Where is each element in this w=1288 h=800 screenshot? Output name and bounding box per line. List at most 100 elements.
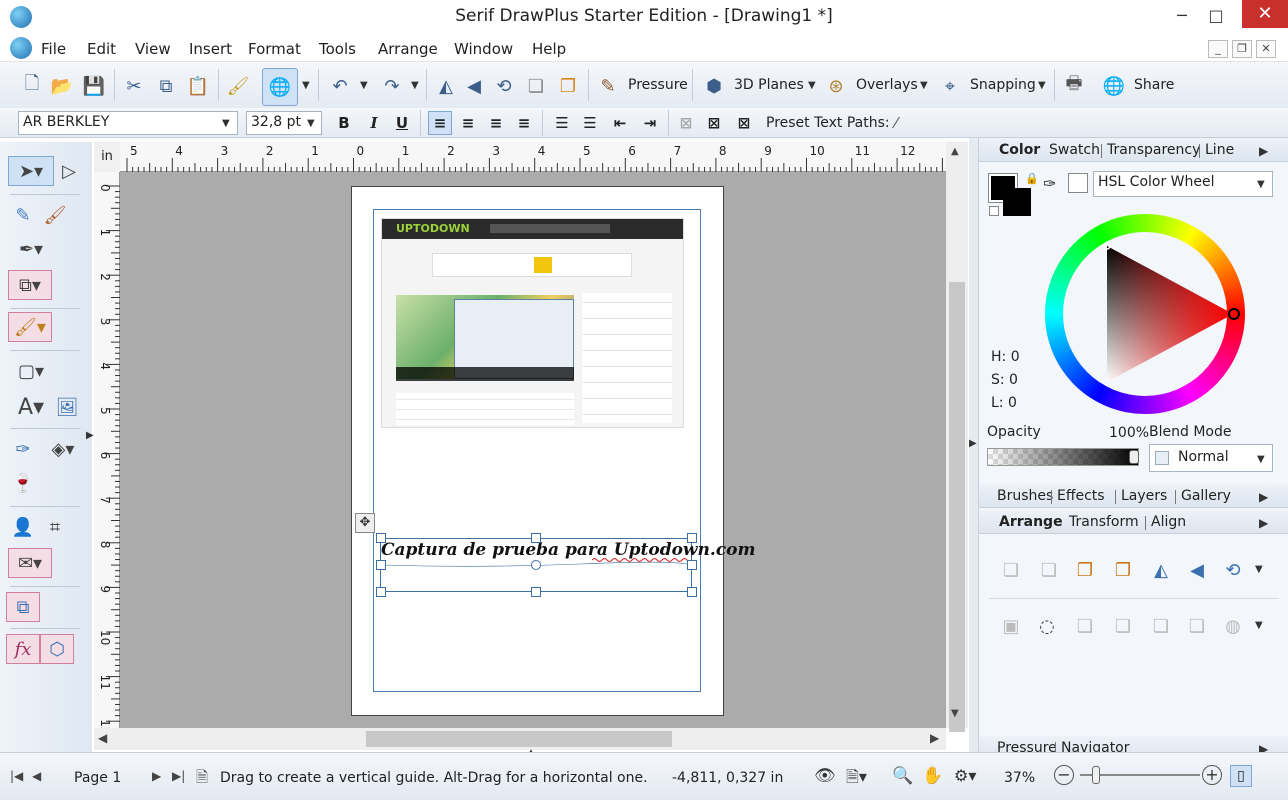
pointer-tool-icon[interactable]: ➤▾ [8, 156, 54, 186]
web-globe-icon[interactable]: 🌐 [262, 68, 298, 106]
chevron-down-icon[interactable]: ▼ [411, 80, 419, 91]
chevron-down-icon[interactable]: ▼ [307, 118, 315, 129]
tab-align[interactable]: Align [1151, 514, 1186, 530]
panel-menu-arrow-icon[interactable]: ▶ [1259, 490, 1268, 504]
chevron-down-icon[interactable]: ▼ [302, 80, 310, 91]
bold-button[interactable]: B [332, 111, 356, 135]
pressure-icon[interactable]: ✎ [594, 72, 622, 100]
scroll-right-icon[interactable]: ▶ [930, 731, 939, 745]
document-icon[interactable] [10, 37, 32, 59]
resize-handle-b[interactable] [531, 587, 541, 597]
opacity-slider[interactable] [987, 448, 1139, 466]
undo-icon[interactable]: ↶ [326, 72, 354, 100]
brush-tool-icon[interactable]: 🖌 [38, 200, 72, 230]
connector-tool-icon[interactable]: ⧉▾ [8, 270, 52, 300]
share-globe-icon[interactable]: 🌐 [1100, 72, 1128, 100]
flip-vertical-icon[interactable]: ◀ [460, 72, 488, 100]
first-page-icon[interactable]: |◀ [10, 769, 23, 783]
align-left-icon[interactable]: ≡ [428, 111, 452, 135]
tab-swatch[interactable]: Swatch [1049, 142, 1100, 158]
maximize-button[interactable]: □ [1202, 4, 1230, 28]
decrease-indent-icon[interactable]: ⇤ [608, 111, 632, 135]
text-path-icon[interactable]: ⁄ [884, 111, 908, 135]
mdi-restore-button[interactable]: ❐ [1232, 40, 1252, 58]
tab-arrange[interactable]: Arrange [999, 514, 1063, 530]
zoom-options-icon[interactable]: ⚙▾ [954, 766, 976, 785]
chevron-down-icon[interactable]: ▼ [1257, 454, 1265, 465]
bring-front-icon[interactable]: ❐ [554, 72, 582, 100]
reset-colors-icon[interactable] [989, 206, 999, 216]
right-splitter[interactable]: ▶ [969, 138, 978, 752]
flip-horizontal-icon[interactable]: ◭ [432, 72, 460, 100]
menu-format[interactable]: Format [248, 40, 301, 58]
splitter-arrow-icon[interactable]: ▶ [969, 438, 977, 449]
resize-handle-r[interactable] [687, 560, 697, 570]
underline-button[interactable]: U [390, 111, 414, 135]
menu-arrange[interactable]: Arrange [378, 40, 438, 58]
overlays-button[interactable]: Overlays [856, 77, 918, 93]
eyedropper-icon[interactable]: ✑ [1043, 174, 1056, 193]
zoom-out-icon[interactable]: − [1054, 765, 1074, 785]
menu-file[interactable]: File [41, 40, 66, 58]
add-shape-icon[interactable]: ❏ [1071, 612, 1099, 640]
picture-tool-icon[interactable]: 🖼 [50, 392, 84, 422]
forward-one-icon[interactable]: ❐ [1071, 556, 1099, 584]
menu-tools[interactable]: Tools [319, 40, 356, 58]
tab-transform[interactable]: Transform [1069, 514, 1139, 530]
menu-help[interactable]: Help [532, 40, 566, 58]
new-document-icon[interactable]: 🗋 [18, 72, 46, 100]
color-model-select[interactable]: HSL Color Wheel [1093, 171, 1273, 197]
align-right-icon[interactable]: ≡ [484, 111, 508, 135]
horizontal-scroll-thumb[interactable] [366, 731, 672, 747]
tab-gallery[interactable]: Gallery [1181, 488, 1231, 504]
shrink-text-icon[interactable]: ⊠ [732, 111, 756, 135]
chevron-down-icon[interactable]: ▼ [1038, 80, 1046, 91]
color-triangle[interactable] [1045, 214, 1245, 414]
zoom-slider-thumb[interactable] [1092, 766, 1100, 784]
paste-icon[interactable]: 📋 [184, 72, 212, 100]
mdi-close-button[interactable]: ✕ [1256, 40, 1276, 58]
bullets-icon[interactable]: ☰ [550, 111, 574, 135]
resize-handle-br[interactable] [687, 587, 697, 597]
caption-text[interactable]: Captura de prueba para Uptodown.com [381, 540, 756, 560]
minimize-button[interactable]: ─ [1168, 4, 1196, 28]
page-setup-icon[interactable]: 🗎▾ [846, 766, 867, 793]
tab-transparency[interactable]: Transparency [1107, 142, 1200, 158]
print-icon[interactable]: 🖶 [1060, 72, 1088, 100]
horizontal-ruler[interactable]: 54321012345678910111213 [120, 142, 961, 172]
send-to-back-icon[interactable]: ❏ [997, 556, 1025, 584]
format-painter-icon[interactable]: 🖌 [224, 72, 252, 100]
horizontal-scrollbar[interactable]: ◀ ▶ [94, 728, 946, 750]
flip-vertical-panel-icon[interactable]: ◀ [1183, 556, 1211, 584]
open-folder-icon[interactable]: 📂 [48, 72, 76, 100]
envelope-tool-icon[interactable]: ✉▾ [8, 548, 52, 578]
share-button[interactable]: Share [1134, 77, 1174, 93]
resize-handle-t[interactable] [531, 533, 541, 543]
tab-effects[interactable]: Effects [1057, 488, 1105, 504]
zoom-level[interactable]: 37% [1004, 770, 1035, 786]
rotate-icon[interactable]: ⟲ [490, 72, 518, 100]
chevron-down-icon[interactable]: ▼ [1255, 620, 1263, 631]
snapping-button[interactable]: Snapping [970, 77, 1036, 93]
panel-menu-arrow-icon[interactable]: ▶ [1259, 516, 1268, 530]
no-color-swatch[interactable] [1068, 173, 1088, 193]
fill-tool-icon[interactable]: ◈▾ [40, 434, 86, 464]
pencil-tool-icon[interactable]: ✎ [6, 200, 40, 230]
scroll-down-icon[interactable]: ▼ [951, 708, 959, 719]
page-indicator[interactable]: Page 1 [74, 770, 121, 786]
close-button[interactable]: ✕ [1242, 0, 1288, 28]
vertical-scrollbar[interactable]: ▲ ▼ [946, 142, 968, 732]
panel-menu-arrow-icon[interactable]: ▶ [1259, 144, 1268, 158]
3d-tool-icon[interactable]: ⬡ [40, 634, 74, 664]
hand-tool-icon[interactable]: ✋ [922, 766, 943, 786]
rotate-panel-icon[interactable]: ⟲ [1219, 556, 1247, 584]
contour-tool-icon[interactable]: 👤 [6, 512, 40, 542]
flip-horizontal-panel-icon[interactable]: ◭ [1147, 556, 1175, 584]
copy-icon[interactable]: ⧉ [152, 72, 180, 100]
resize-handle-tl[interactable] [376, 533, 386, 543]
numbering-icon[interactable]: ☰ [578, 111, 602, 135]
chevron-down-icon[interactable]: ▼ [808, 80, 816, 91]
transparency-tool-icon[interactable]: 🍷 [6, 468, 40, 498]
tab-brushes[interactable]: Brushes [997, 488, 1053, 504]
italic-button[interactable]: I [362, 111, 386, 135]
